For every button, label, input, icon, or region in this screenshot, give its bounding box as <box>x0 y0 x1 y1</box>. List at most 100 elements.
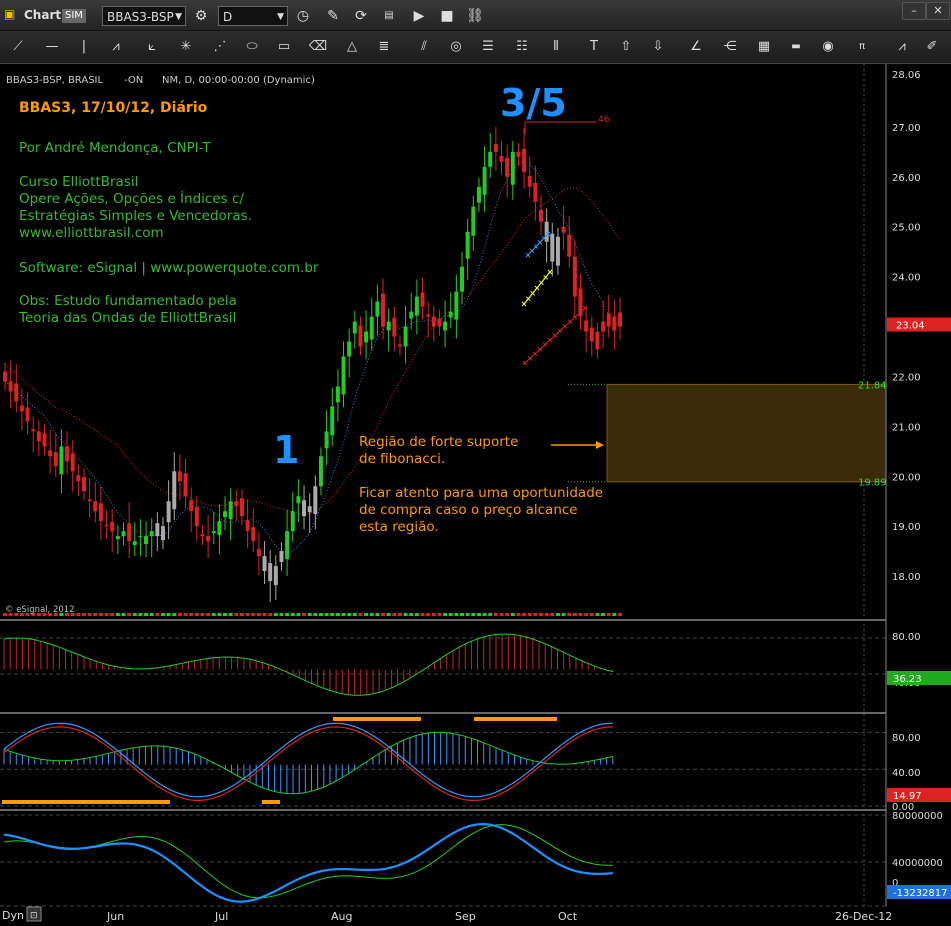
volume-tick <box>555 613 560 616</box>
candle-body <box>206 536 211 542</box>
vertical-line-tool-icon[interactable]: | <box>72 36 96 58</box>
minimize-button[interactable]: – <box>902 2 926 20</box>
interval-value: D <box>223 10 233 24</box>
speed-lines-tool-icon[interactable]: ⋰ <box>208 36 232 58</box>
candle-body <box>595 331 600 350</box>
candle-body <box>279 551 284 563</box>
candle-body <box>369 316 374 340</box>
elliott-wave-tool-icon[interactable]: ⩘ <box>104 36 128 58</box>
chart-title: BBAS3, 17/10/12, Diário <box>19 100 208 116</box>
volume-tick <box>493 613 498 616</box>
symbol-input[interactable]: BBAS3-BSP ▼ <box>102 6 186 26</box>
volume-tick <box>138 613 143 616</box>
chevron-down-icon[interactable]: ▼ <box>175 7 182 27</box>
grid-tool-icon[interactable]: ▦ <box>752 36 776 58</box>
candle-body <box>414 296 419 316</box>
arrow-up-tool-icon[interactable]: ⇧ <box>614 36 638 58</box>
volume-tick <box>544 613 549 616</box>
text-tool-icon[interactable]: T <box>582 36 606 58</box>
osc3-tick-label: 80000000 <box>892 811 943 822</box>
pen-tool-icon[interactable]: ✐ <box>920 36 944 58</box>
candle-body <box>3 371 7 382</box>
volume-tick <box>217 613 222 616</box>
triangle-tool-icon[interactable]: △ <box>340 36 364 58</box>
interval-chevron-icon[interactable]: ▼ <box>277 7 284 27</box>
dyn-label: Dyn <box>2 909 24 922</box>
candle-body <box>392 317 397 337</box>
eye-tool-icon[interactable]: ◉ <box>816 36 840 58</box>
volume-tick <box>595 613 600 616</box>
candle-body <box>256 549 261 557</box>
cycles-tool-icon[interactable]: ◎ <box>444 36 468 58</box>
parallel-tool-icon[interactable]: ⫽ <box>412 36 436 58</box>
price-tick-label: 19.00 <box>892 522 921 533</box>
support-line-2: de fibonacci. <box>359 451 445 467</box>
symbol-link-icon[interactable]: ⚙ <box>190 5 212 27</box>
candle-body <box>296 496 301 504</box>
close-button[interactable]: ✕ <box>926 2 950 20</box>
price-tick-label: 25.00 <box>892 223 921 234</box>
volume-tick <box>149 613 154 616</box>
volume-tick <box>76 613 81 616</box>
chart-canvas[interactable]: 28.0627.0026.0025.0024.0023.0022.0021.00… <box>0 64 951 926</box>
mob-tool-icon[interactable]: ▬ <box>784 36 808 58</box>
candle-body <box>98 503 103 522</box>
candle-body <box>228 501 233 520</box>
volume-tick <box>290 613 295 616</box>
ellipse-tool-icon[interactable]: ⬭ <box>240 36 264 58</box>
volume-tick <box>381 613 386 616</box>
price-tick-label: 18.00 <box>892 572 921 583</box>
candle-body <box>572 256 577 297</box>
candle-body <box>313 486 318 515</box>
volume-tick <box>155 613 160 616</box>
rectangle-tool-icon[interactable]: ▭ <box>272 36 296 58</box>
fibonacci-retracement-icon[interactable]: ☰ <box>476 36 500 58</box>
interval-input[interactable]: D ▼ <box>218 6 288 26</box>
play-icon[interactable]: ▶ <box>408 5 430 27</box>
candle-body <box>273 566 278 586</box>
trendline-tool-icon[interactable]: ⟋ <box>6 36 30 58</box>
fan-tool-icon[interactable]: ⟀ <box>140 36 164 58</box>
time-label: Jul <box>214 910 228 923</box>
volume-tick <box>612 613 617 616</box>
channel-tool-icon[interactable]: ≣ <box>372 36 396 58</box>
zone-low-label: 19.89 <box>858 478 887 489</box>
candle-body <box>375 301 380 317</box>
candle-body <box>104 525 109 527</box>
stop-icon[interactable]: ■ <box>436 5 458 27</box>
fibonacci-time-icon[interactable]: ⦀ <box>544 36 568 58</box>
pitchfork-tool-icon[interactable]: ⋲ <box>718 36 742 58</box>
volume-tick <box>358 613 363 616</box>
volume-tick <box>476 613 481 616</box>
panel-divider-2 <box>0 809 951 811</box>
gann-tool-icon[interactable]: ✳ <box>174 36 198 58</box>
candle-body <box>358 325 363 347</box>
volume-tick <box>561 613 566 616</box>
clock-icon[interactable]: ◷ <box>292 5 314 27</box>
price-tick-label: 28.06 <box>892 70 921 81</box>
osc3-tick-label: 40000000 <box>892 858 943 869</box>
candle-body <box>499 155 504 162</box>
info-symbol: BBAS3-BSP, BRASIL <box>6 75 103 86</box>
fibonacci-extension-icon[interactable]: ☷ <box>510 36 534 58</box>
quote-icon[interactable]: ▤ <box>378 5 400 27</box>
refresh-icon[interactable]: ⟳ <box>350 5 372 27</box>
candle-body <box>352 321 357 334</box>
volume-tick <box>403 613 408 616</box>
eraser-tool-icon[interactable]: ⌫ <box>306 36 330 58</box>
candle-body <box>307 506 312 513</box>
link-icon[interactable]: ⛓ <box>464 5 486 27</box>
arrow-down-tool-icon[interactable]: ⇩ <box>646 36 670 58</box>
volume-tick <box>239 613 244 616</box>
horizontal-line-tool-icon[interactable]: — <box>40 36 64 58</box>
time-label: 26-Dec-12 <box>835 910 892 923</box>
pencil-icon[interactable]: ✎ <box>322 5 344 27</box>
pti-tool-icon[interactable]: π <box>850 36 874 58</box>
info-session: NM, D, 00:00-00:00 (Dynamic) <box>162 75 315 86</box>
candle-body <box>155 523 160 537</box>
price-tick-label: 24.00 <box>892 273 921 284</box>
candle-body <box>290 511 295 532</box>
angle-tool-icon[interactable]: ∠ <box>684 36 708 58</box>
volume-tick <box>251 613 256 616</box>
zigzag-tool-icon[interactable]: ⩘ <box>890 36 914 58</box>
